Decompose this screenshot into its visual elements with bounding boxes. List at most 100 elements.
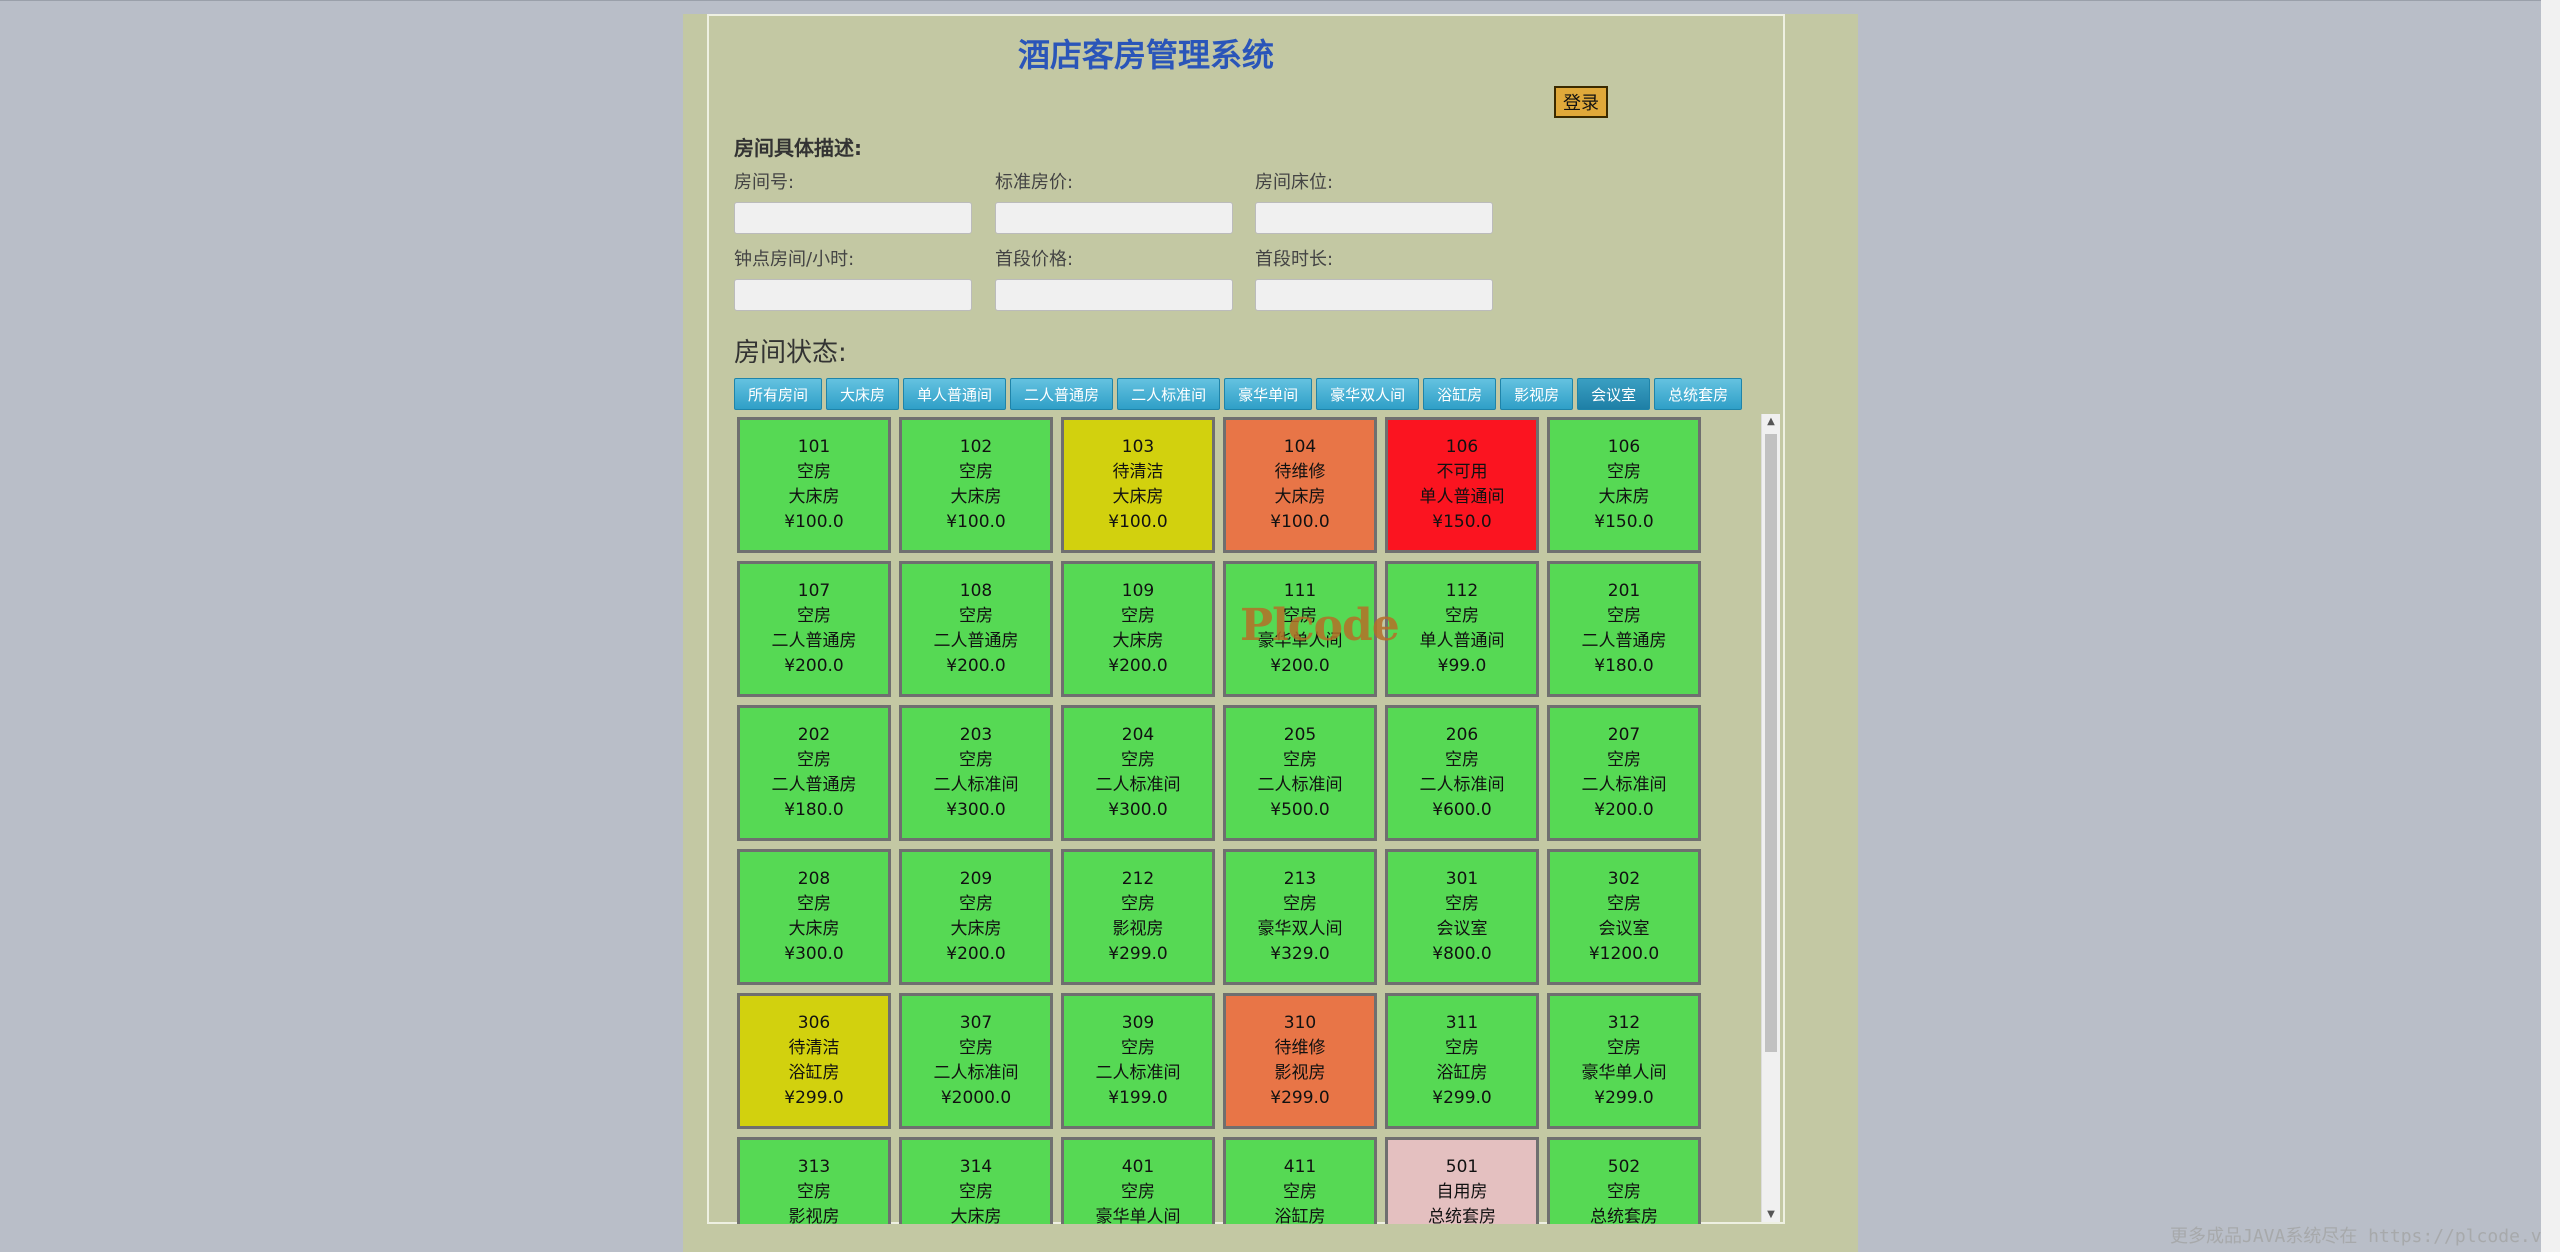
room-state: 空房	[1445, 894, 1479, 914]
room-number: 107	[797, 581, 831, 601]
room-card[interactable]: 206 空房 二人标准间 ¥600.0	[1385, 705, 1539, 841]
room-card[interactable]: 208 空房 大床房 ¥300.0	[737, 849, 891, 985]
room-card[interactable]: 401空房豪华单人间¥1000.0	[1061, 1137, 1215, 1224]
room-type: 单人普通间	[1419, 631, 1505, 651]
tab-room-type[interactable]: 大床房	[826, 378, 900, 410]
scroll-up-icon[interactable]: ▲	[1762, 416, 1780, 427]
room-card[interactable]: 101 空房 大床房 ¥100.0	[737, 417, 891, 553]
hourly-room-input[interactable]	[734, 279, 972, 311]
tab-room-type[interactable]: 所有房间	[734, 378, 823, 410]
first-period-duration-input[interactable]	[1255, 279, 1493, 311]
room-price: ¥299.0	[1270, 1088, 1330, 1108]
tab-room-type[interactable]: 总统套房	[1654, 378, 1743, 410]
page-scrollbar[interactable]	[2541, 0, 2560, 1252]
room-card[interactable]: 204 空房 二人标准间 ¥300.0	[1061, 705, 1215, 841]
room-card[interactable]: 201 空房 二人普通房 ¥180.0	[1547, 561, 1701, 697]
bed-count-field: 房间床位:	[1255, 168, 1493, 234]
room-card[interactable]: 309 空房 二人标准间 ¥199.0	[1061, 993, 1215, 1129]
room-price: ¥180.0	[784, 800, 844, 820]
room-number: 209	[959, 869, 993, 889]
room-card[interactable]: 310 待维修 影视房 ¥299.0	[1223, 993, 1377, 1129]
room-number: 101	[797, 437, 831, 457]
room-state: 空房	[959, 462, 993, 482]
room-card[interactable]: 306 待清洁 浴缸房 ¥299.0	[737, 993, 891, 1129]
room-card[interactable]: 104 待维修 大床房 ¥100.0	[1223, 417, 1377, 553]
room-card[interactable]: 106 不可用 单人普通间 ¥150.0	[1385, 417, 1539, 553]
room-state: 空房	[1607, 1038, 1641, 1058]
tab-room-type[interactable]: 浴缸房	[1423, 378, 1497, 410]
room-state: 空房	[1445, 1038, 1479, 1058]
room-state: 空房	[959, 894, 993, 914]
room-card[interactable]: 112 空房 单人普通间 ¥99.0	[1385, 561, 1539, 697]
room-type: 二人标准间	[1581, 775, 1667, 795]
room-card[interactable]: 202 空房 二人普通房 ¥180.0	[737, 705, 891, 841]
scrollbar-thumb[interactable]	[1765, 434, 1777, 1052]
room-price: ¥99.0	[1437, 656, 1487, 676]
tab-room-type[interactable]: 豪华单间	[1224, 378, 1313, 410]
room-card[interactable]: 311 空房 浴缸房 ¥299.0	[1385, 993, 1539, 1129]
room-state: 空房	[959, 750, 993, 770]
tab-room-type[interactable]: 二人普通房	[1010, 378, 1114, 410]
tab-room-type[interactable]: 会议室	[1577, 378, 1651, 410]
tab-room-type[interactable]: 单人普通间	[903, 378, 1007, 410]
room-card[interactable]: 502空房总统套房¥8000.0	[1547, 1137, 1701, 1224]
room-card[interactable]: 302 空房 会议室 ¥1200.0	[1547, 849, 1701, 985]
room-type: 大床房	[1112, 631, 1164, 651]
room-card[interactable]: 307 空房 二人标准间 ¥2000.0	[899, 993, 1053, 1129]
room-card[interactable]: 314空房大床房¥300.0	[899, 1137, 1053, 1224]
room-grid-viewport: 101 空房 大床房 ¥100.0 102 空房 大床房 ¥100.0 103 待清洁 大床房 ¥10…	[734, 414, 1759, 1224]
standard-price-input[interactable]	[995, 202, 1233, 234]
room-number: 108	[959, 581, 993, 601]
bed-count-input[interactable]	[1255, 202, 1493, 234]
room-number: 205	[1283, 725, 1317, 745]
room-price: ¥1200.0	[1588, 944, 1660, 964]
room-type: 二人标准间	[1095, 1063, 1181, 1083]
room-card[interactable]: 501自用房总统套房¥10000.0	[1385, 1137, 1539, 1224]
room-grid-scrollbar[interactable]: ▲ ▼	[1761, 414, 1780, 1222]
room-number: 411	[1283, 1157, 1317, 1177]
room-number: 202	[797, 725, 831, 745]
room-state: 空房	[959, 1038, 993, 1058]
room-price: ¥200.0	[1270, 656, 1330, 676]
room-card[interactable]: 209 空房 大床房 ¥200.0	[899, 849, 1053, 985]
room-card[interactable]: 203 空房 二人标准间 ¥300.0	[899, 705, 1053, 841]
room-number: 302	[1607, 869, 1641, 889]
tab-room-type[interactable]: 豪华双人间	[1316, 378, 1420, 410]
room-card[interactable]: 109 空房 大床房 ¥200.0	[1061, 561, 1215, 697]
room-card[interactable]: 107 空房 二人普通房 ¥200.0	[737, 561, 891, 697]
room-card[interactable]: 102 空房 大床房 ¥100.0	[899, 417, 1053, 553]
room-card[interactable]: 108 空房 二人普通房 ¥200.0	[899, 561, 1053, 697]
room-number: 309	[1121, 1013, 1155, 1033]
room-card[interactable]: 106 空房 大床房 ¥150.0	[1547, 417, 1701, 553]
room-card[interactable]: 207 空房 二人标准间 ¥200.0	[1547, 705, 1701, 841]
tab-room-type[interactable]: 二人标准间	[1117, 378, 1221, 410]
room-card[interactable]: 411空房浴缸房¥399.0	[1223, 1137, 1377, 1224]
room-card[interactable]: 312 空房 豪华单人间 ¥299.0	[1547, 993, 1701, 1129]
first-period-price-input[interactable]	[995, 279, 1233, 311]
room-card[interactable]: 103 待清洁 大床房 ¥100.0	[1061, 417, 1215, 553]
room-number-input[interactable]	[734, 202, 972, 234]
room-card[interactable]: 301 空房 会议室 ¥800.0	[1385, 849, 1539, 985]
room-card[interactable]: 213 空房 豪华双人间 ¥329.0	[1223, 849, 1377, 985]
scroll-down-icon[interactable]: ▼	[1762, 1209, 1780, 1220]
room-type: 影视房	[788, 1207, 840, 1224]
room-state: 空房	[1121, 606, 1155, 626]
tab-room-type[interactable]: 影视房	[1500, 378, 1574, 410]
room-price: ¥100.0	[784, 512, 844, 532]
login-button[interactable]: 登录	[1554, 86, 1608, 118]
room-state: 空房	[1445, 750, 1479, 770]
room-price: ¥299.0	[1108, 944, 1168, 964]
room-type: 大床房	[950, 1207, 1002, 1224]
room-card[interactable]: 313空房影视房¥399.0	[737, 1137, 891, 1224]
room-number: 207	[1607, 725, 1641, 745]
room-number: 201	[1607, 581, 1641, 601]
room-card[interactable]: 212 空房 影视房 ¥299.0	[1061, 849, 1215, 985]
room-number: 204	[1121, 725, 1155, 745]
room-price: ¥100.0	[1108, 512, 1168, 532]
room-type: 大床房	[950, 487, 1002, 507]
hourly-room-field: 钟点房间/小时:	[734, 245, 972, 311]
room-card[interactable]: 205 空房 二人标准间 ¥500.0	[1223, 705, 1377, 841]
room-type: 二人标准间	[933, 775, 1019, 795]
room-state: 空房	[1121, 1038, 1155, 1058]
room-state: 空房	[1607, 606, 1641, 626]
